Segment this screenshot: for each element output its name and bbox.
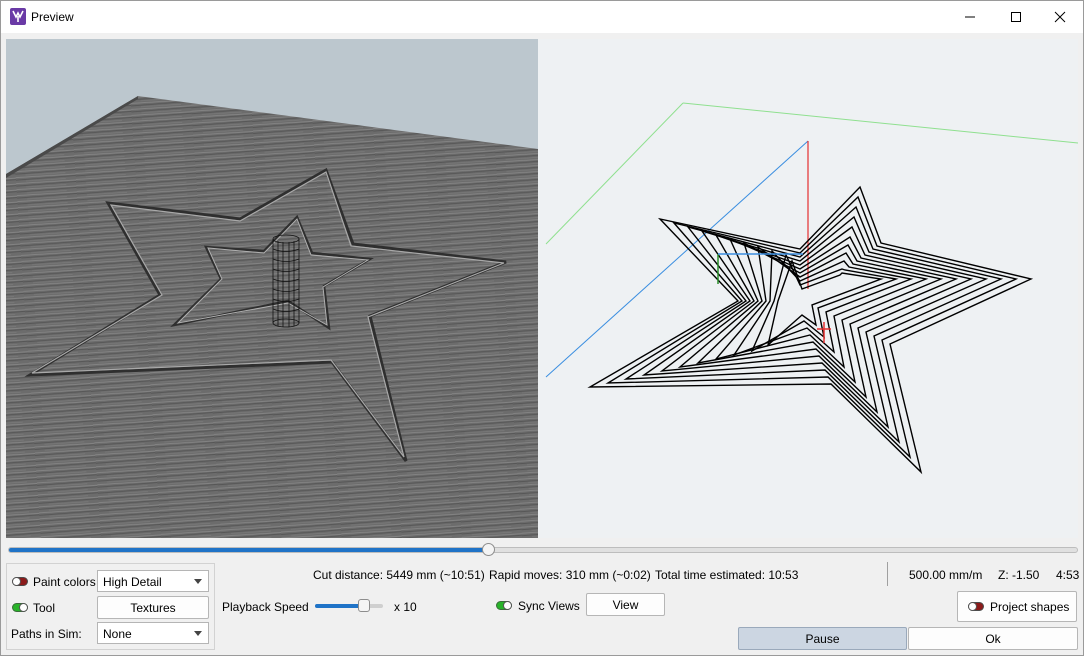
toolpath-render	[545, 102, 1078, 475]
tool-label: Tool	[33, 601, 56, 615]
textures-button[interactable]: Textures	[97, 596, 209, 619]
rapid-moves: Rapid moves: 310 mm (~0:02)	[489, 568, 651, 582]
paint-colors-label: Paint colors	[33, 575, 96, 589]
total-time: Total time estimated: 10:53	[655, 568, 799, 582]
detail-level-value: High Detail	[103, 575, 162, 589]
stats-divider	[887, 562, 888, 586]
chevron-down-icon	[194, 579, 202, 584]
pause-button[interactable]: Pause	[738, 627, 907, 650]
stock-material	[6, 96, 538, 538]
maximize-icon	[1011, 12, 1021, 22]
preview-window: Preview Paint colors High Detail Tool Te…	[0, 0, 1084, 656]
ok-button[interactable]: Ok	[908, 627, 1078, 650]
feed-rate: 500.00 mm/m	[909, 568, 983, 582]
project-shapes-button[interactable]: Project shapes	[957, 591, 1077, 622]
sync-views-toggle[interactable]	[496, 601, 512, 610]
bounding-line-x	[682, 102, 1078, 144]
progress-fill	[9, 548, 489, 552]
playback-speed-label: Playback Speed	[222, 600, 309, 614]
minimize-button[interactable]	[947, 1, 993, 33]
view-button[interactable]: View	[586, 593, 665, 616]
playback-speed-slider[interactable]	[315, 599, 383, 612]
minimize-icon	[965, 16, 975, 18]
project-shapes-label: Project shapes	[990, 599, 1070, 614]
paths-in-sim-select[interactable]: None	[97, 622, 209, 644]
close-icon	[1054, 11, 1066, 23]
app-logo-icon	[10, 8, 26, 25]
maximize-button[interactable]	[993, 1, 1039, 33]
simulation-progress-slider[interactable]	[8, 543, 1078, 556]
playback-speed-handle[interactable]	[358, 599, 370, 612]
close-button[interactable]	[1037, 1, 1083, 33]
playback-multiplier: x 10	[394, 600, 417, 614]
progress-handle[interactable]	[482, 543, 495, 556]
bounding-line-y	[545, 102, 684, 245]
project-shapes-toggle[interactable]	[968, 602, 984, 611]
simulation-3d-view[interactable]	[6, 39, 538, 538]
cut-distance: Cut distance: 5449 mm (~10:51)	[313, 568, 485, 582]
sync-views-label: Sync Views	[518, 599, 580, 613]
paint-colors-toggle[interactable]	[12, 577, 28, 586]
tool-toggle[interactable]	[12, 603, 28, 612]
detail-level-select[interactable]: High Detail	[97, 570, 209, 592]
toolpath-3d-view[interactable]	[538, 39, 1078, 538]
title-bar[interactable]: Preview	[1, 1, 1083, 33]
paths-in-sim-label: Paths in Sim:	[11, 627, 82, 641]
playback-speed-fill	[315, 604, 364, 608]
chevron-down-icon	[194, 631, 202, 636]
elapsed-time: 4:53	[1056, 568, 1080, 582]
z-position: Z: -1.50	[998, 568, 1040, 582]
paths-in-sim-value: None	[103, 627, 132, 641]
simulation-render	[6, 39, 538, 538]
toolpath-star	[587, 185, 1034, 475]
window-title: Preview	[31, 10, 74, 24]
